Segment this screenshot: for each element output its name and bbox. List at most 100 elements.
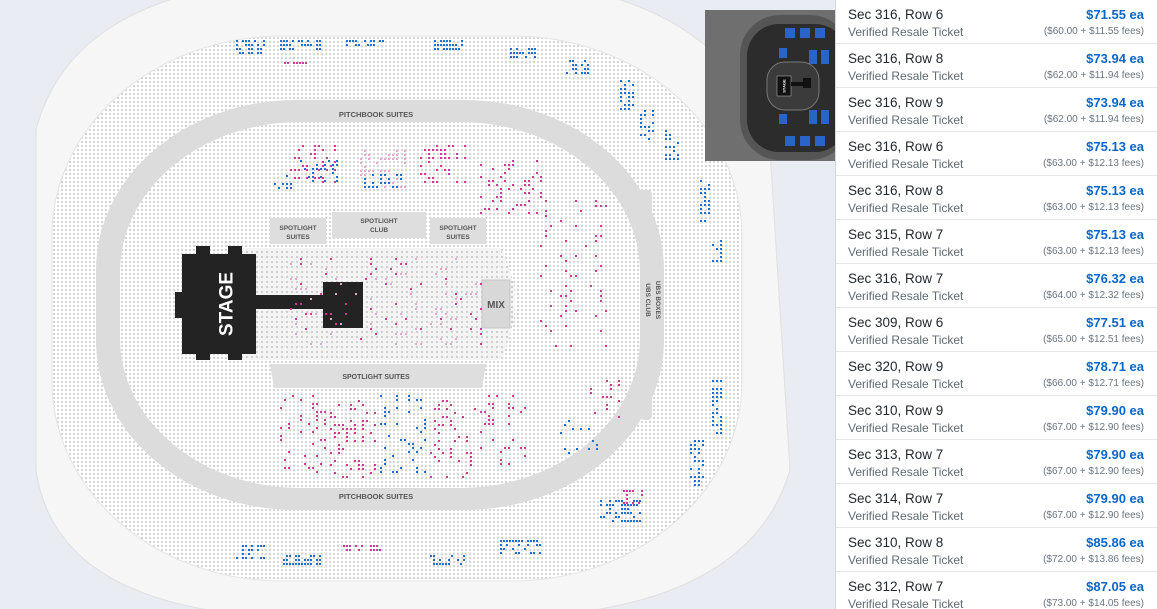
available-seat-dot[interactable] xyxy=(290,169,292,171)
available-seat-dot[interactable] xyxy=(694,456,696,458)
available-seat-dot[interactable] xyxy=(500,544,502,546)
available-seat-dot[interactable] xyxy=(454,440,456,442)
available-seat-dot[interactable] xyxy=(504,172,506,174)
available-seat-dot[interactable] xyxy=(550,290,552,292)
available-seat-dot[interactable] xyxy=(236,557,238,559)
available-seat-dot[interactable] xyxy=(590,388,592,390)
available-seat-dot[interactable] xyxy=(698,468,700,470)
available-seat-dot[interactable] xyxy=(470,460,472,462)
available-seat-dot[interactable] xyxy=(600,290,602,292)
available-seat-dot[interactable] xyxy=(324,447,326,449)
listing-row[interactable]: Sec 310, Row 9 Verified Resale Ticket $79.… xyxy=(836,396,1157,440)
available-seat-dot[interactable] xyxy=(528,212,530,214)
available-seat-dot[interactable] xyxy=(636,500,638,502)
available-seat-dot[interactable] xyxy=(322,181,324,183)
available-seat-dot[interactable] xyxy=(300,419,302,421)
available-seat-dot[interactable] xyxy=(720,392,722,394)
available-seat-dot[interactable] xyxy=(396,150,398,152)
available-seat-dot[interactable] xyxy=(239,48,241,50)
available-seat-dot[interactable] xyxy=(405,263,407,265)
available-seat-dot[interactable] xyxy=(370,263,372,265)
available-seat-dot[interactable] xyxy=(362,476,364,478)
available-seat-dot[interactable] xyxy=(461,40,463,42)
available-seat-dot[interactable] xyxy=(283,563,285,565)
available-seat-dot[interactable] xyxy=(475,293,477,295)
available-seat-dot[interactable] xyxy=(374,412,376,414)
available-seat-dot[interactable] xyxy=(436,149,438,151)
available-seat-dot[interactable] xyxy=(496,395,498,397)
available-seat-dot[interactable] xyxy=(334,436,336,438)
available-seat-dot[interactable] xyxy=(334,181,336,183)
available-seat-dot[interactable] xyxy=(263,545,265,547)
available-seat-dot[interactable] xyxy=(641,494,643,496)
available-seat-dot[interactable] xyxy=(530,552,532,554)
available-seat-dot[interactable] xyxy=(504,180,506,182)
available-seat-dot[interactable] xyxy=(424,471,426,473)
available-seat-dot[interactable] xyxy=(248,44,250,46)
available-seat-dot[interactable] xyxy=(528,52,530,54)
available-seat-dot[interactable] xyxy=(442,416,444,418)
available-seat-dot[interactable] xyxy=(720,416,722,418)
available-seat-dot[interactable] xyxy=(524,192,526,194)
available-seat-dot[interactable] xyxy=(518,552,520,554)
available-seat-dot[interactable] xyxy=(698,484,700,486)
available-seat-dot[interactable] xyxy=(312,403,314,405)
available-seat-dot[interactable] xyxy=(379,40,381,42)
available-seat-dot[interactable] xyxy=(380,423,382,425)
available-seat-dot[interactable] xyxy=(520,204,522,206)
available-seat-dot[interactable] xyxy=(492,168,494,170)
available-seat-dot[interactable] xyxy=(720,388,722,390)
available-seat-dot[interactable] xyxy=(245,545,247,547)
available-seat-dot[interactable] xyxy=(569,60,571,62)
available-seat-dot[interactable] xyxy=(694,444,696,446)
available-seat-dot[interactable] xyxy=(352,40,354,42)
available-seat-dot[interactable] xyxy=(392,154,394,156)
available-seat-dot[interactable] xyxy=(435,313,437,315)
available-seat-dot[interactable] xyxy=(260,557,262,559)
listing-row[interactable]: Sec 316, Row 6 Verified Resale Ticket $71.… xyxy=(836,0,1157,44)
available-seat-dot[interactable] xyxy=(296,62,298,64)
available-seat-dot[interactable] xyxy=(444,153,446,155)
available-seat-dot[interactable] xyxy=(274,183,276,185)
available-seat-dot[interactable] xyxy=(318,169,320,171)
available-seat-dot[interactable] xyxy=(540,180,542,182)
available-seat-dot[interactable] xyxy=(626,498,628,500)
listing-row[interactable]: Sec 314, Row 7 Verified Resale Ticket $79.… xyxy=(836,484,1157,528)
available-seat-dot[interactable] xyxy=(412,443,414,445)
available-seat-dot[interactable] xyxy=(474,408,476,410)
available-seat-dot[interactable] xyxy=(396,395,398,397)
available-seat-dot[interactable] xyxy=(500,196,502,198)
available-seat-dot[interactable] xyxy=(330,428,332,430)
available-seat-dot[interactable] xyxy=(408,411,410,413)
available-seat-dot[interactable] xyxy=(720,432,722,434)
available-seat-dot[interactable] xyxy=(242,545,244,547)
available-seat-dot[interactable] xyxy=(248,40,250,42)
available-seat-dot[interactable] xyxy=(434,428,436,430)
available-seat-dot[interactable] xyxy=(440,268,442,270)
available-seat-dot[interactable] xyxy=(533,540,535,542)
available-seat-dot[interactable] xyxy=(326,157,328,159)
available-seat-dot[interactable] xyxy=(620,100,622,102)
available-seat-dot[interactable] xyxy=(298,177,300,179)
available-seat-dot[interactable] xyxy=(638,502,640,504)
available-seat-dot[interactable] xyxy=(300,283,302,285)
available-seat-dot[interactable] xyxy=(376,162,378,164)
available-seat-dot[interactable] xyxy=(319,559,321,561)
available-seat-dot[interactable] xyxy=(669,138,671,140)
available-seat-dot[interactable] xyxy=(360,338,362,340)
available-seat-dot[interactable] xyxy=(698,472,700,474)
available-seat-dot[interactable] xyxy=(581,64,583,66)
available-seat-dot[interactable] xyxy=(492,180,494,182)
available-seat-dot[interactable] xyxy=(606,504,608,506)
available-seat-dot[interactable] xyxy=(396,178,398,180)
available-seat-dot[interactable] xyxy=(513,52,515,54)
available-seat-dot[interactable] xyxy=(516,52,518,54)
available-seat-dot[interactable] xyxy=(342,424,344,426)
available-seat-dot[interactable] xyxy=(628,100,630,102)
available-seat-dot[interactable] xyxy=(286,187,288,189)
available-seat-dot[interactable] xyxy=(334,424,336,426)
available-seat-dot[interactable] xyxy=(694,476,696,478)
available-seat-dot[interactable] xyxy=(424,149,426,151)
available-seat-dot[interactable] xyxy=(312,176,314,178)
available-seat-dot[interactable] xyxy=(444,157,446,159)
